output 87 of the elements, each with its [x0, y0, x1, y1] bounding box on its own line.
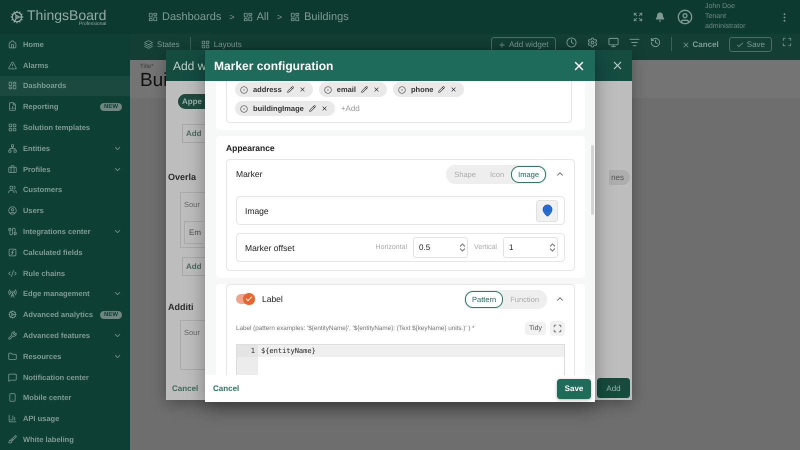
- tab[interactable]: Appe: [178, 94, 205, 109]
- plus-icon: [498, 40, 506, 48]
- tower-icon: [8, 289, 17, 298]
- add-link[interactable]: +Add: [340, 104, 360, 113]
- breadcrumb-separator: >: [229, 12, 235, 22]
- row-label: Marker offset: [245, 242, 296, 252]
- grid-icon: [242, 12, 253, 22]
- people-icon: [8, 185, 17, 194]
- chart-icon: [8, 414, 17, 424]
- row-label: Image: [245, 206, 270, 216]
- folder-icon: [8, 352, 17, 361]
- entity-field[interactable]: Em: [184, 221, 203, 244]
- cancel-button[interactable]: Cancel: [213, 384, 240, 393]
- code-icon: [8, 268, 17, 278]
- cog-icon: [8, 310, 17, 320]
- dashboard-icon: [148, 12, 158, 22]
- logo: ThingsBoard: [27, 8, 106, 22]
- dashboard-icon: [8, 81, 17, 90]
- grid-icon: [200, 40, 210, 49]
- number-input[interactable]: 0.5: [419, 243, 456, 252]
- house-icon: [8, 40, 17, 49]
- edit-icon: [308, 105, 316, 112]
- toolbar-tab[interactable]: Layouts: [200, 40, 242, 49]
- function-icon: [8, 248, 17, 257]
- breadcrumb-separator: >: [276, 12, 282, 22]
- close-icon: [450, 86, 458, 93]
- breadcrumb-link[interactable]: Dashboards: [148, 11, 222, 23]
- spinner-icon[interactable]: [550, 243, 555, 252]
- number-field[interactable]: 1: [503, 237, 558, 258]
- clock-icon[interactable]: [566, 37, 577, 48]
- close-icon: [320, 105, 328, 112]
- image-picker-button[interactable]: [536, 200, 558, 222]
- section-title: Additi: [168, 302, 194, 312]
- filter-icon[interactable]: [628, 37, 640, 48]
- fullscreen-button[interactable]: [550, 321, 565, 336]
- section-title: Overla: [168, 172, 196, 182]
- warning-icon: [8, 60, 17, 70]
- fullscreen-icon: [553, 324, 562, 333]
- scrollbar[interactable]: [591, 145, 594, 215]
- bell-icon[interactable]: [655, 12, 665, 22]
- breadcrumb-link[interactable]: Buildings: [290, 11, 349, 23]
- spinner-icon[interactable]: [460, 243, 466, 252]
- number-input[interactable]: 1: [509, 243, 545, 252]
- cable-icon: [8, 227, 17, 236]
- close-icon: [372, 86, 380, 93]
- edit-icon: [438, 86, 446, 93]
- grid-icon: [290, 12, 300, 22]
- logo-icon: [10, 10, 24, 24]
- panel-title: Label: [262, 294, 284, 304]
- cancel-button[interactable]: Cancel: [682, 40, 719, 49]
- dialog-title: Marker configuration: [214, 58, 334, 72]
- edit-icon: [286, 86, 294, 93]
- breadcrumb-link[interactable]: All: [242, 11, 269, 23]
- close-icon: [298, 86, 306, 93]
- network-icon: [8, 144, 17, 153]
- close-icon: [682, 40, 690, 48]
- monitor-icon[interactable]: [608, 37, 619, 48]
- settings-icon[interactable]: [586, 37, 598, 48]
- wrench-icon: [8, 331, 17, 340]
- history-icon[interactable]: [650, 37, 661, 48]
- close-icon[interactable]: [611, 59, 624, 72]
- dashboard-title: Bui: [140, 70, 168, 92]
- phone-icon: [8, 393, 17, 402]
- report-icon: [8, 102, 17, 112]
- label-switch[interactable]: [236, 294, 254, 304]
- fullscreen-icon[interactable]: [782, 37, 792, 47]
- brush-icon: [8, 435, 17, 444]
- briefcase-icon: [8, 164, 17, 174]
- avatar-icon: [677, 9, 693, 25]
- map-pin-icon: [540, 204, 554, 217]
- save-button[interactable]: Save: [557, 378, 591, 398]
- add-button[interactable]: Add: [597, 378, 630, 398]
- message-icon: [8, 372, 17, 382]
- fullscreen-icon[interactable]: [633, 12, 643, 22]
- layers-icon: [144, 40, 153, 49]
- check-icon: [736, 40, 744, 48]
- chip[interactable]: nes: [609, 170, 630, 185]
- edit-icon: [360, 86, 368, 93]
- section-title: Appearance: [226, 142, 276, 155]
- number-field[interactable]: 0.5: [413, 237, 468, 258]
- user-icon: [8, 206, 17, 216]
- cancel-button[interactable]: Cancel: [172, 384, 198, 393]
- panel-title: Marker: [236, 169, 264, 179]
- save-button[interactable]: Save: [728, 37, 772, 52]
- check-icon: [245, 295, 253, 303]
- grid-icon: [8, 123, 17, 132]
- toolbar-tab[interactable]: States: [144, 40, 180, 49]
